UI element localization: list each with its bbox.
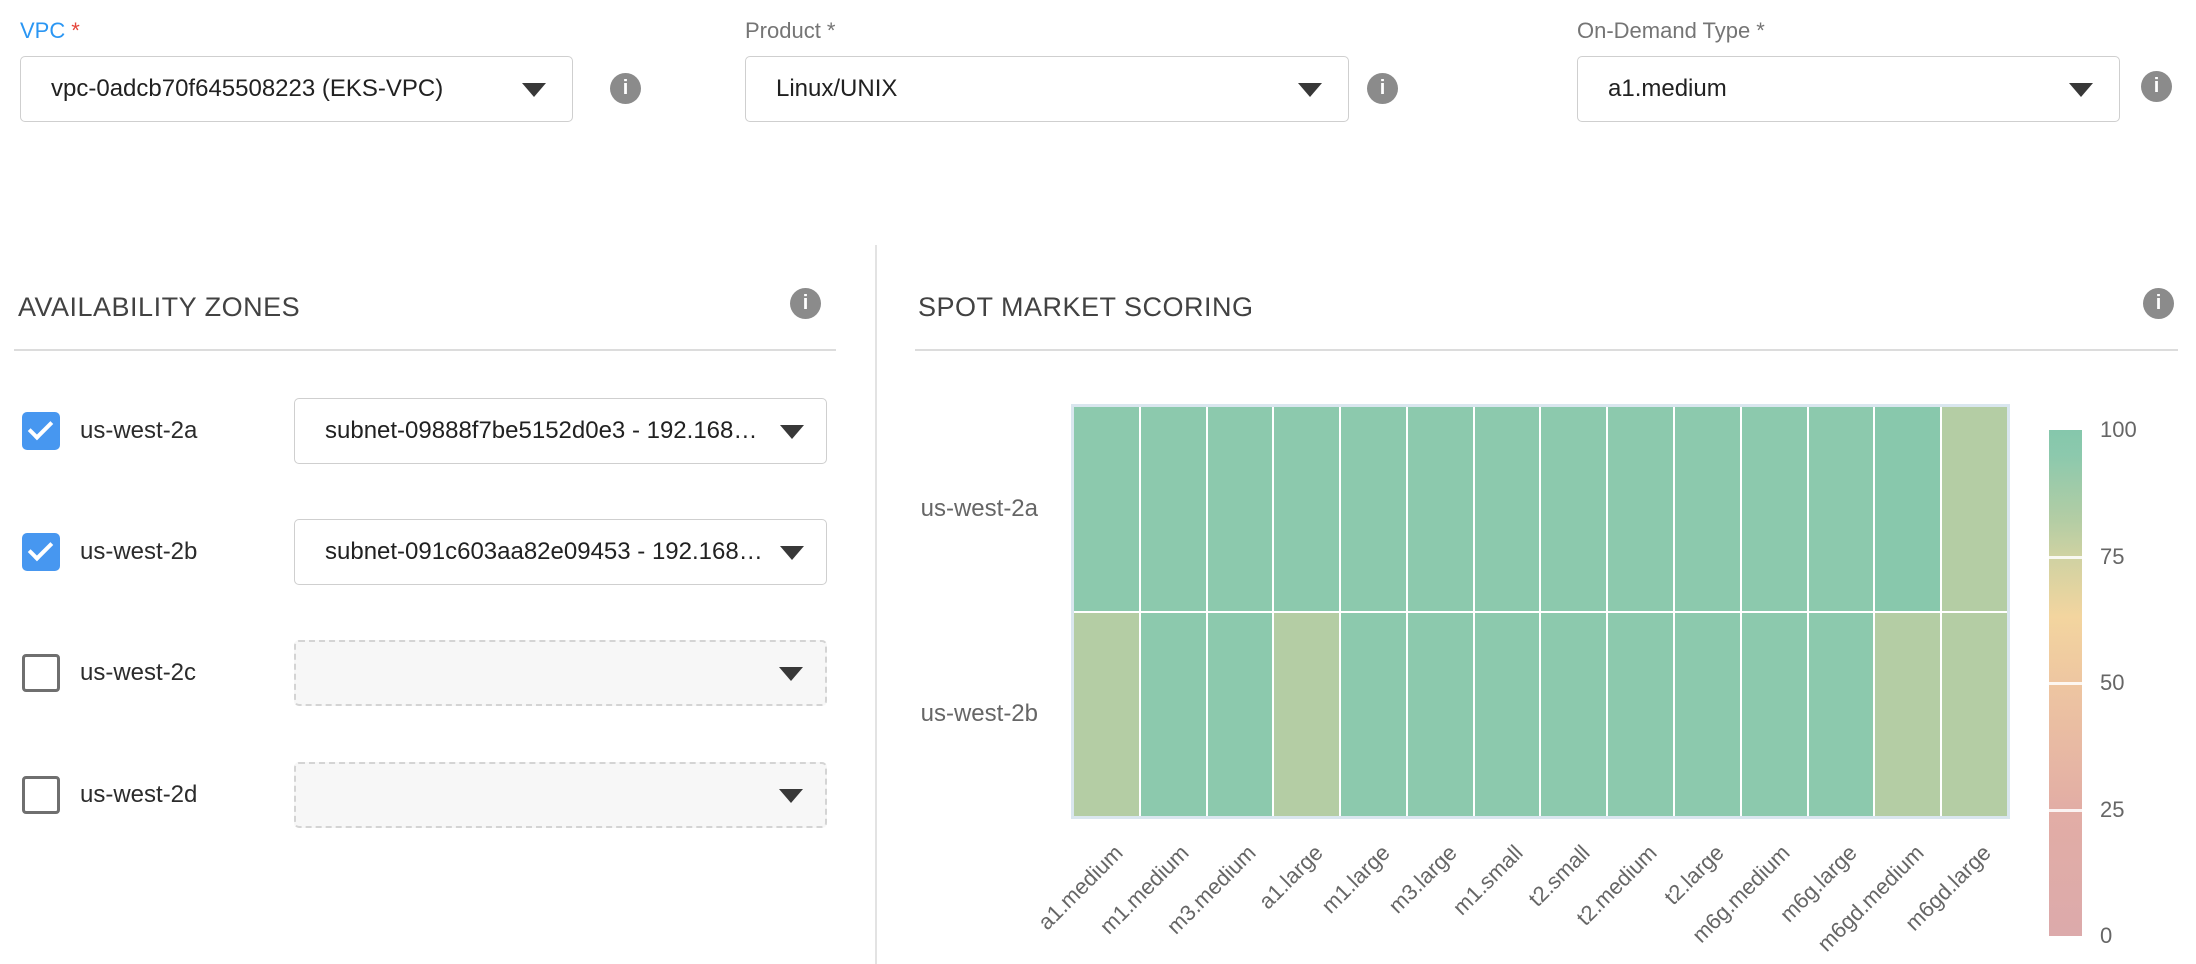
product-label: Product* (745, 18, 835, 44)
chevron-down-icon (779, 789, 803, 803)
product-info-icon[interactable]: i (1367, 73, 1398, 104)
subnet-select-us-west-2c (294, 640, 827, 706)
section-divider (875, 245, 877, 964)
heatmap-cell-us-west-2a-a1.large (1274, 407, 1339, 611)
heatmap-cell-us-west-2a-a1.medium (1074, 407, 1139, 611)
checkbox-us-west-2b[interactable] (22, 533, 60, 571)
chevron-down-icon (522, 83, 546, 97)
heatmap-cell-us-west-2b-a1.large (1274, 613, 1339, 817)
heatmap-cell-us-west-2a-m6gd.medium (1875, 407, 1940, 611)
chevron-down-icon (1298, 83, 1322, 97)
on-demand-type-info-icon[interactable]: i (2141, 71, 2172, 102)
heatmap-cell-us-west-2b-t2.medium (1608, 613, 1673, 817)
heatmap-cell-us-west-2a-m1.large (1341, 407, 1406, 611)
zone-label-us-west-2c: us-west-2c (80, 659, 196, 687)
heatmap-cell-us-west-2b-t2.large (1675, 613, 1740, 817)
heatmap-cell-us-west-2b-m6gd.large (1942, 613, 2007, 817)
heatmap-cell-us-west-2a-m1.small (1475, 407, 1540, 611)
colorbar-tick-line (2049, 682, 2082, 685)
heatmap-cell-us-west-2a-m6gd.large (1942, 407, 2007, 611)
on-demand-type-select-value: a1.medium (1608, 75, 1727, 103)
heatmap-cell-us-west-2b-m1.small (1475, 613, 1540, 817)
colorbar-label-50: 50 (2100, 670, 2124, 696)
vpc-select-value: vpc-0adcb70f645508223 (EKS-VPC) (51, 75, 443, 103)
heatmap-cell-us-west-2b-m1.medium (1141, 613, 1206, 817)
vpc-required-asterisk: * (71, 18, 80, 43)
colorbar-tick-line (2049, 556, 2082, 559)
subnet-select-value: subnet-091c603aa82e09453 - 192.168… (325, 538, 760, 566)
zone-label-us-west-2a: us-west-2a (80, 417, 197, 445)
colorbar-label-25: 25 (2100, 797, 2124, 823)
heatmap-plot-area (1071, 404, 2010, 819)
heatmap-cell-us-west-2a-m3.medium (1208, 407, 1273, 611)
subnet-select-value: subnet-09888f7be5152d0e3 - 192.168… (325, 417, 757, 445)
spot-market-scoring-title: SPOT MARKET SCORING (918, 292, 1254, 323)
heatmap-cell-us-west-2a-m3.large (1408, 407, 1473, 611)
checkbox-us-west-2d[interactable] (22, 776, 60, 814)
vpc-select[interactable]: vpc-0adcb70f645508223 (EKS-VPC) (20, 56, 573, 122)
heatmap-cell-us-west-2b-m6g.medium (1742, 613, 1807, 817)
spot-configuration-page: VPC* vpc-0adcb70f645508223 (EKS-VPC) i P… (0, 0, 2196, 964)
colorbar-label-75: 75 (2100, 544, 2124, 570)
heatmap-cell-us-west-2b-m6g.large (1809, 613, 1874, 817)
heatmap-cell-us-west-2b-a1.medium (1074, 613, 1139, 817)
vpc-label-text: VPC (20, 18, 65, 43)
colorbar-legend (2049, 430, 2082, 936)
product-required-asterisk: * (827, 18, 836, 43)
colorbar-label-100: 100 (2100, 417, 2137, 443)
heatmap-cell-us-west-2a-t2.large (1675, 407, 1740, 611)
spot-market-scoring-rule (915, 349, 2178, 351)
vpc-label: VPC* (20, 18, 80, 44)
heatmap-cell-us-west-2b-t2.small (1541, 613, 1606, 817)
on-demand-type-required-asterisk: * (1756, 18, 1765, 43)
y-axis-label-us-west-2a: us-west-2a (890, 494, 1038, 524)
subnet-select-us-west-2a[interactable]: subnet-09888f7be5152d0e3 - 192.168… (294, 398, 827, 464)
heatmap-cell-us-west-2a-t2.small (1541, 407, 1606, 611)
heatmap-cell-us-west-2a-t2.medium (1608, 407, 1673, 611)
heatmap-cell-us-west-2a-m6g.medium (1742, 407, 1807, 611)
checkbox-us-west-2c[interactable] (22, 654, 60, 692)
y-axis-label-us-west-2b: us-west-2b (890, 699, 1038, 729)
vpc-info-icon[interactable]: i (610, 73, 641, 104)
heatmap-cell-us-west-2b-m1.large (1341, 613, 1406, 817)
on-demand-type-label: On-Demand Type* (1577, 18, 1765, 44)
checkbox-us-west-2a[interactable] (22, 412, 60, 450)
colorbar-label-0: 0 (2100, 923, 2112, 949)
product-select-value: Linux/UNIX (776, 75, 897, 103)
spot-market-scoring-info-icon[interactable]: i (2143, 288, 2174, 319)
chevron-down-icon (780, 546, 804, 560)
product-label-text: Product (745, 18, 821, 43)
subnet-select-us-west-2b[interactable]: subnet-091c603aa82e09453 - 192.168… (294, 519, 827, 585)
availability-zones-info-icon[interactable]: i (790, 288, 821, 319)
heatmap-cell-us-west-2b-m3.medium (1208, 613, 1273, 817)
availability-zones-rule (14, 349, 836, 351)
on-demand-type-label-text: On-Demand Type (1577, 18, 1750, 43)
heatmap-cell-us-west-2a-m6g.large (1809, 407, 1874, 611)
chevron-down-icon (780, 425, 804, 439)
availability-zones-title: AVAILABILITY ZONES (18, 292, 300, 323)
heatmap-cell-us-west-2a-m1.medium (1141, 407, 1206, 611)
product-select[interactable]: Linux/UNIX (745, 56, 1349, 122)
chevron-down-icon (779, 667, 803, 681)
colorbar-tick-line (2049, 809, 2082, 812)
heatmap-cell-us-west-2b-m6gd.medium (1875, 613, 1940, 817)
zone-label-us-west-2b: us-west-2b (80, 538, 197, 566)
chevron-down-icon (2069, 83, 2093, 97)
zone-label-us-west-2d: us-west-2d (80, 781, 197, 809)
subnet-select-us-west-2d (294, 762, 827, 828)
heatmap-cell-us-west-2b-m3.large (1408, 613, 1473, 817)
heatmap-grid (1074, 407, 2007, 816)
on-demand-type-select[interactable]: a1.medium (1577, 56, 2120, 122)
